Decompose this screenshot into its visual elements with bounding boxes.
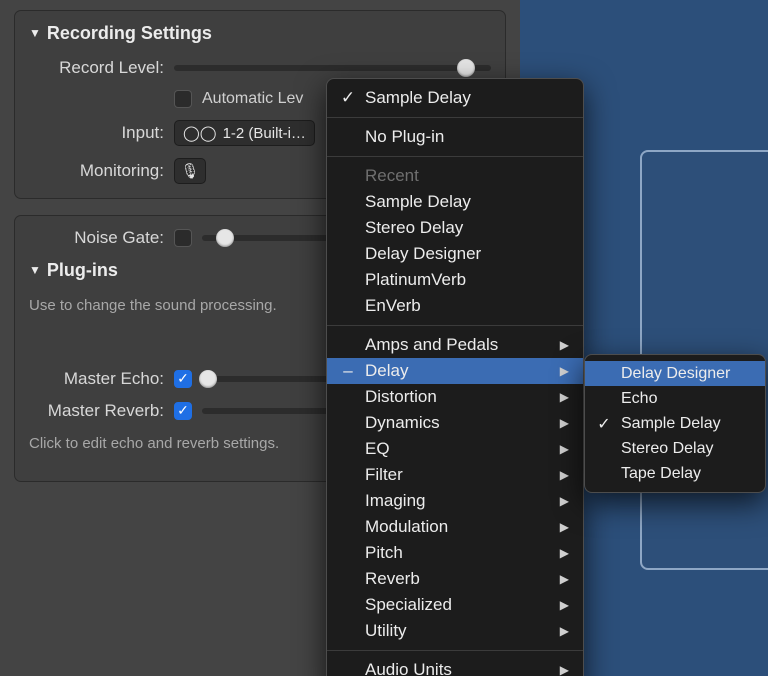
check-icon: ✓	[339, 88, 357, 108]
submenu-arrow-icon: ▶	[560, 572, 569, 586]
menu-separator	[327, 156, 583, 157]
menu-item-label: Sample Delay	[365, 88, 569, 108]
menu-item-label: Dynamics	[365, 413, 552, 433]
record-level-slider[interactable]	[174, 65, 491, 71]
menu-item-label: EQ	[365, 439, 552, 459]
menu-item-label: Utility	[365, 621, 552, 641]
submenu-arrow-icon: ▶	[560, 338, 569, 352]
menu-item-label: Reverb	[365, 569, 552, 589]
menu-item-label: EnVerb	[365, 296, 569, 316]
monitoring-button[interactable]: 🎙	[174, 158, 206, 184]
master-reverb-checkbox[interactable]: ✓	[174, 402, 192, 420]
noise-gate-label: Noise Gate:	[29, 228, 174, 248]
submenu-arrow-icon: ▶	[560, 598, 569, 612]
input-value: 1-2 (Built-i…	[223, 125, 306, 142]
slider-knob[interactable]	[199, 370, 217, 388]
submenu-item-label: Echo	[621, 390, 753, 408]
menu-item-current[interactable]: ✓ Sample Delay	[327, 85, 583, 111]
menu-item-label: Imaging	[365, 491, 552, 511]
menu-item-category[interactable]: Dynamics ▶	[327, 410, 583, 436]
menu-item-recent[interactable]: EnVerb	[327, 293, 583, 319]
menu-item-category[interactable]: Specialized ▶	[327, 592, 583, 618]
submenu-item[interactable]: Tape Delay	[585, 461, 765, 486]
automatic-level-checkbox[interactable]	[174, 90, 192, 108]
submenu-item[interactable]: ✓Sample Delay	[585, 411, 765, 436]
menu-item-recent[interactable]: Sample Delay	[327, 189, 583, 215]
input-selector[interactable]: ◯◯ 1-2 (Built-i…	[174, 120, 315, 146]
submenu-arrow-icon: ▶	[560, 520, 569, 534]
submenu-item-label: Delay Designer	[621, 365, 753, 383]
submenu-arrow-icon: ▶	[560, 494, 569, 508]
menu-item-recent[interactable]: PlatinumVerb	[327, 267, 583, 293]
menu-item-category[interactable]: Amps and Pedals ▶	[327, 332, 583, 358]
menu-separator	[327, 650, 583, 651]
slider-knob[interactable]	[457, 59, 475, 77]
menu-item-label: Specialized	[365, 595, 552, 615]
submenu-item-label: Stereo Delay	[621, 440, 753, 458]
menu-item-label: Modulation	[365, 517, 552, 537]
menu-item-label: Delay	[365, 361, 552, 381]
record-level-label: Record Level:	[29, 58, 174, 78]
recording-settings-title: Recording Settings	[47, 23, 212, 44]
submenu-arrow-icon: ▶	[560, 390, 569, 404]
menu-item-category[interactable]: Pitch ▶	[327, 540, 583, 566]
menu-item-no-plugin[interactable]: No Plug-in	[327, 124, 583, 150]
menu-item-category[interactable]: Distortion ▶	[327, 384, 583, 410]
menu-heading-label: Recent	[365, 166, 569, 186]
master-reverb-label: Master Reverb:	[29, 401, 174, 421]
menu-separator	[327, 325, 583, 326]
menu-separator	[327, 117, 583, 118]
submenu-item-label: Tape Delay	[621, 465, 753, 483]
menu-item-category[interactable]: Reverb ▶	[327, 566, 583, 592]
submenu-item[interactable]: Echo	[585, 386, 765, 411]
menu-item-label: PlatinumVerb	[365, 270, 569, 290]
record-level-row: Record Level:	[29, 58, 491, 78]
plugin-menu[interactable]: ✓ Sample Delay No Plug-in Recent Sample …	[326, 78, 584, 676]
menu-item-category[interactable]: EQ ▶	[327, 436, 583, 462]
menu-item-label: Audio Units	[365, 660, 552, 676]
menu-item-label: Amps and Pedals	[365, 335, 552, 355]
master-echo-checkbox[interactable]: ✓	[174, 370, 192, 388]
recording-settings-header[interactable]: ▼ Recording Settings	[29, 23, 491, 44]
plugins-title: Plug-ins	[47, 260, 118, 281]
menu-item-category[interactable]: Utility ▶	[327, 618, 583, 644]
menu-item-recent[interactable]: Stereo Delay	[327, 215, 583, 241]
submenu-item[interactable]: Delay Designer	[585, 361, 765, 386]
submenu-arrow-icon: ▶	[560, 442, 569, 456]
menu-item-label: No Plug-in	[365, 127, 569, 147]
menu-item-recent[interactable]: Delay Designer	[327, 241, 583, 267]
menu-item-label: Stereo Delay	[365, 218, 569, 238]
menu-item-category[interactable]: Modulation ▶	[327, 514, 583, 540]
menu-item-label: Delay Designer	[365, 244, 569, 264]
plugin-submenu-delay[interactable]: Delay Designer Echo ✓Sample Delay Stereo De…	[584, 354, 766, 493]
menu-heading-recent: Recent	[327, 163, 583, 189]
monitoring-icon: 🎙	[180, 162, 199, 180]
menu-item-label: Pitch	[365, 543, 552, 563]
submenu-arrow-icon: ▶	[560, 663, 569, 676]
menu-item-category[interactable]: Filter ▶	[327, 462, 583, 488]
slider-knob[interactable]	[216, 229, 234, 247]
submenu-arrow-icon: ▶	[560, 416, 569, 430]
stereo-icon: ◯◯	[183, 124, 217, 142]
submenu-item[interactable]: Stereo Delay	[585, 436, 765, 461]
menu-item-category[interactable]: –Delay▶	[327, 358, 583, 384]
submenu-item-label: Sample Delay	[621, 415, 753, 433]
menu-item-category[interactable]: Imaging ▶	[327, 488, 583, 514]
submenu-arrow-icon: ▶	[560, 546, 569, 560]
submenu-arrow-icon: ▶	[560, 364, 569, 378]
automatic-level-label: Automatic Lev	[202, 90, 303, 108]
disclosure-triangle-icon: ▼	[29, 26, 41, 40]
menu-item-label: Filter	[365, 465, 552, 485]
monitoring-label: Monitoring:	[29, 161, 174, 181]
master-echo-label: Master Echo:	[29, 369, 174, 389]
menu-item-label: Sample Delay	[365, 192, 569, 212]
submenu-arrow-icon: ▶	[560, 468, 569, 482]
menu-item-audio-units[interactable]: Audio Units ▶	[327, 657, 583, 676]
noise-gate-checkbox[interactable]	[174, 229, 192, 247]
input-label: Input:	[29, 123, 174, 143]
menu-item-label: Distortion	[365, 387, 552, 407]
submenu-arrow-icon: ▶	[560, 624, 569, 638]
disclosure-triangle-icon: ▼	[29, 263, 41, 277]
